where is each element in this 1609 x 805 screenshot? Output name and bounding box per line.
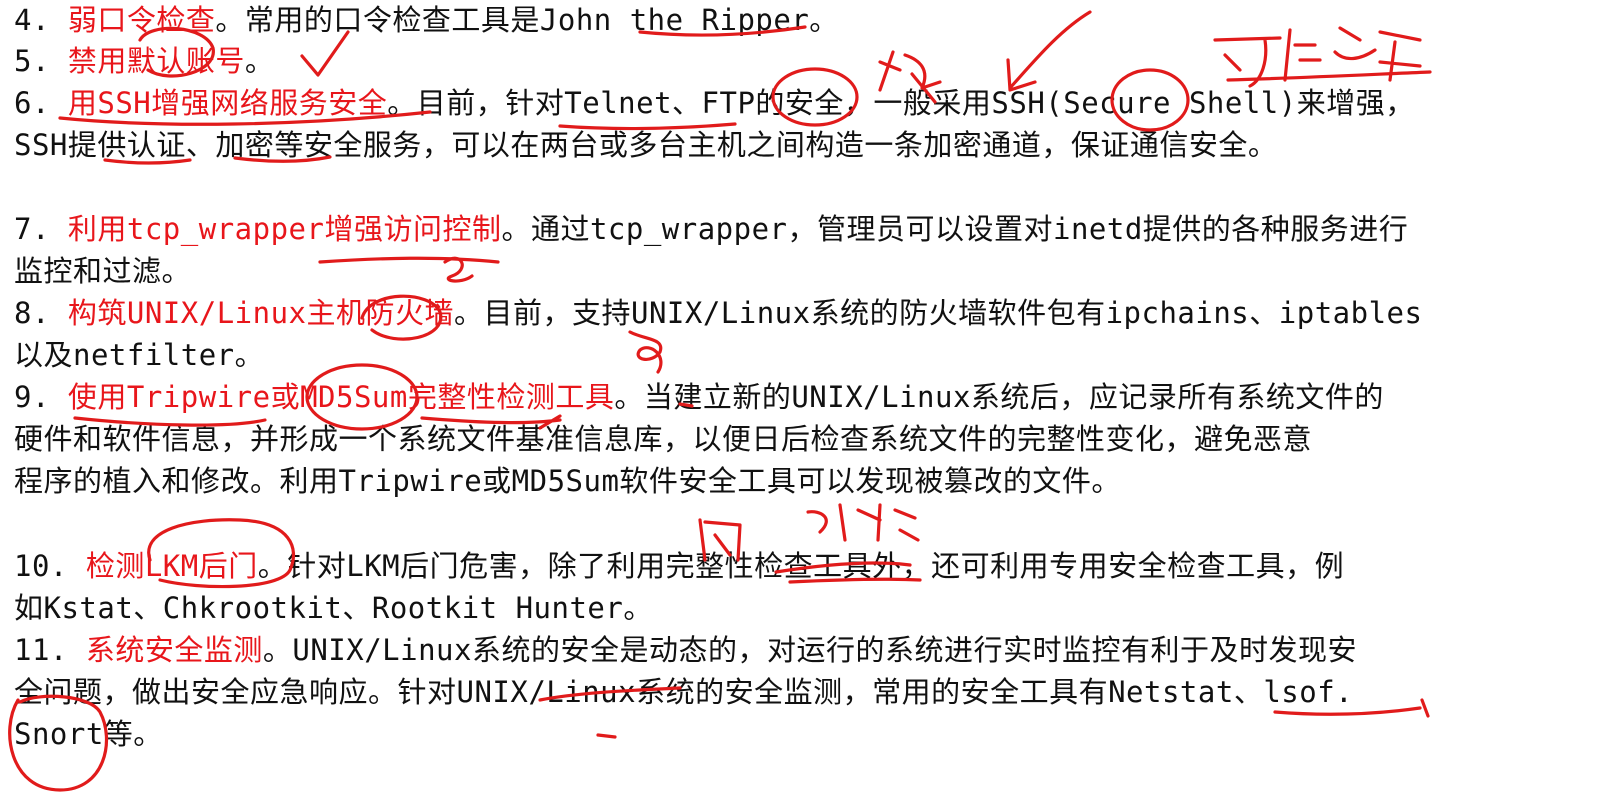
item-number: 5.	[14, 44, 68, 78]
item-title: 禁用默认账号	[67, 44, 245, 78]
item-body: 。针对LKM后门危害，除了利用完整性检查工具外，还可利用专用安全检查工具，例	[257, 549, 1345, 583]
item-4: 4. 弱口令检查。常用的口令检查工具是John the Ripper。	[14, 0, 839, 40]
item-title: 系统安全监测	[85, 633, 263, 667]
item-number: 9.	[14, 380, 68, 414]
item-body: 。通过tcp_wrapper，管理员可以设置对inetd提供的各种服务进行	[501, 212, 1409, 246]
item-5: 5. 禁用默认账号。	[14, 41, 274, 81]
item-7: 7. 利用tcp_wrapper增强访问控制。通过tcp_wrapper，管理员…	[14, 209, 1408, 249]
item-number: 4.	[14, 3, 68, 37]
item-title: 构筑UNIX/Linux主机防火墙	[67, 296, 454, 330]
item-9-continuation: 硬件和软件信息，并形成一个系统文件基准信息库，以便日后检查系统文件的完整性变化，…	[14, 422, 1313, 456]
document-page: 4. 弱口令检查。常用的口令检查工具是John the Ripper。 5. 禁…	[0, 0, 1609, 805]
item-title: 用SSH增强网络服务安全	[67, 86, 388, 120]
item-8: 8. 构筑UNIX/Linux主机防火墙。目前，支持UNIX/Linux系统的防…	[14, 293, 1422, 333]
item-9-continuation: 程序的植入和修改。利用Tripwire或MD5Sum软件安全工具可以发现被篡改的…	[14, 464, 1121, 498]
item-6-continuation: SSH提供认证、加密等安全服务，可以在两台或多台主机之间构造一条加密通道，保证通…	[14, 128, 1278, 162]
item-number: 11.	[14, 633, 86, 667]
item-11: 11. 系统安全监测。UNIX/Linux系统的安全是动态的，对运行的系统进行实…	[14, 630, 1357, 670]
item-title: 利用tcp_wrapper增强访问控制	[67, 212, 502, 246]
item-body: 。UNIX/Linux系统的安全是动态的，对运行的系统进行实时监控有利于及时发现…	[262, 633, 1357, 667]
item-number: 7.	[14, 212, 68, 246]
item-number: 6.	[14, 86, 68, 120]
item-body: 。常用的口令检查工具是John the Ripper。	[215, 3, 839, 37]
item-body: 。目前，针对Telnet、FTP的安全，一般采用SSH(Secure Shell…	[387, 86, 1415, 120]
item-11-continuation: 全问题，做出安全应急响应。针对UNIX/Linux系统的安全监测，常用的安全工具…	[14, 675, 1354, 709]
item-8-continuation: 以及netfilter。	[14, 338, 265, 372]
item-number: 10.	[14, 549, 86, 583]
item-10: 10. 检测LKM后门。针对LKM后门危害，除了利用完整性检查工具外，还可利用专…	[14, 546, 1344, 586]
item-9: 9. 使用Tripwire或MD5Sum完整性检测工具。当建立新的UNIX/Li…	[14, 377, 1384, 417]
item-title: 检测LKM后门	[85, 549, 258, 583]
item-body: 。当建立新的UNIX/Linux系统后，应记录所有系统文件的	[614, 380, 1384, 414]
item-number: 8.	[14, 296, 68, 330]
item-6: 6. 用SSH增强网络服务安全。目前，针对Telnet、FTP的安全，一般采用S…	[14, 83, 1415, 123]
item-10-continuation: 如Kstat、Chkrootkit、Rootkit Hunter。	[14, 591, 653, 625]
item-body: 。	[244, 44, 275, 78]
item-11-continuation: Snort等。	[14, 717, 163, 751]
item-title: 弱口令检查	[67, 3, 216, 37]
item-7-continuation: 监控和过滤。	[14, 254, 192, 288]
item-body: 。目前，支持UNIX/Linux系统的防火墙软件包有ipchains、iptab…	[454, 296, 1423, 330]
item-title: 使用Tripwire或MD5Sum完整性检测工具	[67, 380, 615, 414]
